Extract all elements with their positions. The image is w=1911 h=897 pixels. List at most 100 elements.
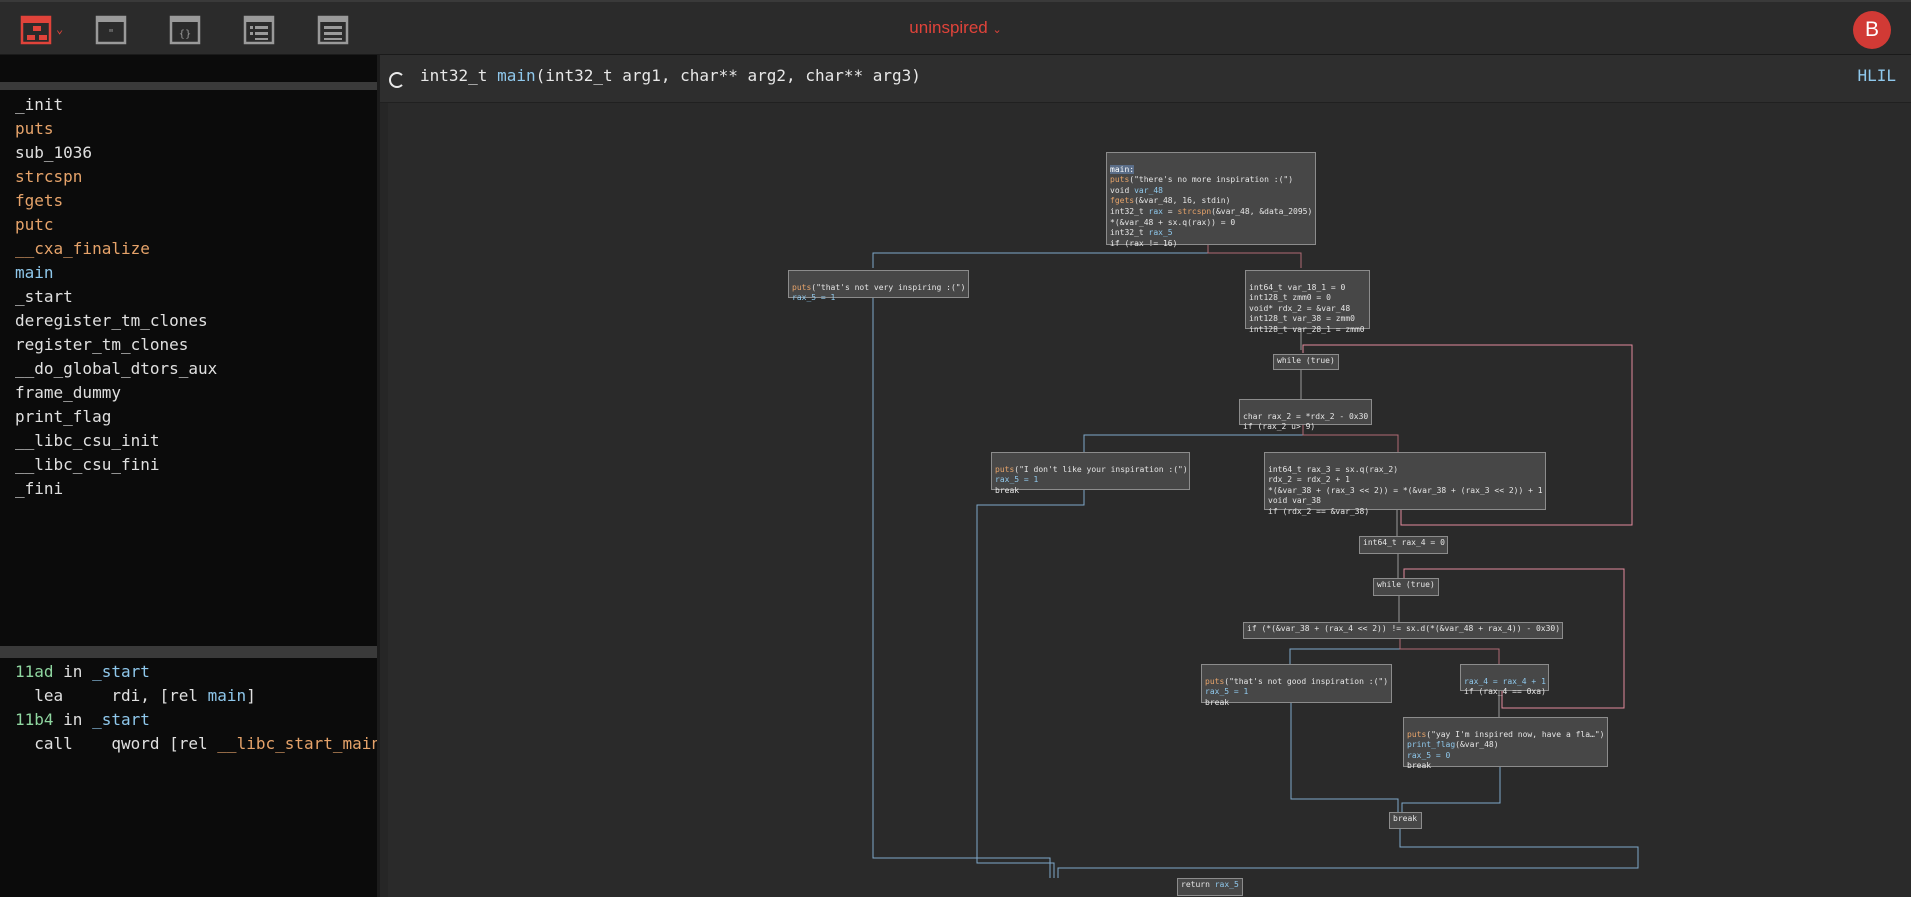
symbol-item[interactable]: strcspn xyxy=(0,165,377,189)
symbol-item[interactable]: putc xyxy=(0,213,377,237)
panel-divider[interactable] xyxy=(377,55,380,897)
panel-splitter[interactable] xyxy=(0,82,377,90)
block-label: main: xyxy=(1110,164,1135,174)
code-var: rax_5 xyxy=(1148,228,1173,238)
code-line: break xyxy=(995,485,1020,495)
top-bar: ⌄ " {} uninspired ⌄ B xyxy=(0,0,1911,55)
code-text: ("there's no more inspiration :(") xyxy=(1129,175,1294,185)
symbol-item[interactable]: __libc_csu_init xyxy=(0,429,377,453)
symbol-item[interactable]: deregister_tm_clones xyxy=(0,309,377,333)
call-print-flag: print_flag xyxy=(1407,740,1456,750)
symbol-item[interactable]: _init xyxy=(0,93,377,117)
panel-splitter[interactable] xyxy=(0,646,377,658)
code-line: break xyxy=(1205,697,1230,707)
code-text: void xyxy=(1110,185,1135,195)
basic-block-dont-like[interactable]: puts("I don't like your inspiration :(")… xyxy=(991,452,1190,495)
basic-block-not-good[interactable]: puts("that's not good inspiration :(") ra… xyxy=(1201,664,1392,707)
project-switcher[interactable]: uninspired ⌄ xyxy=(0,18,1911,38)
code-var: var_48 xyxy=(1134,185,1163,195)
xref-function: _start xyxy=(92,662,150,681)
basic-block-init[interactable]: int64_t var_18_1 = 0 int128_t zmm0 = 0 voi… xyxy=(1245,270,1370,334)
code-var: rax_5 xyxy=(1214,880,1239,889)
code-text: int32_t xyxy=(1110,206,1149,216)
basic-block-not-very-inspiring[interactable]: puts("that's not very inspiring :(") rax_… xyxy=(788,270,969,302)
code-line: if (rax != 16) xyxy=(1110,238,1178,248)
xref-in: in xyxy=(53,710,93,729)
code-text: int32_t xyxy=(1110,228,1149,238)
edge-true xyxy=(1289,639,1401,664)
code-line: int128_t var_38 = zmm0 xyxy=(1249,314,1355,324)
code-text: return xyxy=(1181,880,1215,889)
code-line: rdx_2 = rdx_2 + 1 xyxy=(1268,475,1350,485)
call-puts: puts xyxy=(1407,729,1427,739)
basic-block-return[interactable]: return rax_5 xyxy=(1177,878,1243,896)
function-signature[interactable]: int32_t main(int32_t arg1, char** arg2, … xyxy=(420,66,921,85)
edge xyxy=(872,298,1051,878)
symbol-item[interactable]: _start xyxy=(0,285,377,309)
chevron-down-icon: ⌄ xyxy=(992,24,1002,36)
code-line: if (rdx_2 == &var_38) xyxy=(1268,506,1370,516)
basic-block-yay-inspired[interactable]: puts("yay I'm inspired now, have a fla…"… xyxy=(1403,717,1608,770)
code-line: int64_t var_18_1 = 0 xyxy=(1249,282,1346,292)
basic-block-while-inner[interactable]: while (true) xyxy=(1373,578,1439,596)
code-line: rax_5 = 1 xyxy=(1205,687,1249,697)
code-line: *(&var_38 + (rax_3 << 2)) = *(&var_38 + … xyxy=(1268,485,1543,495)
basic-block-break[interactable]: break xyxy=(1389,812,1422,829)
code-line: rax_5 = 1 xyxy=(792,293,836,303)
basic-block-main[interactable]: main: puts("there's no more inspiration :… xyxy=(1106,152,1316,248)
basic-block-compare[interactable]: if (*(&var_38 + (rax_4 << 2)) != sx.d(*(… xyxy=(1243,622,1563,639)
basic-block-char-check[interactable]: char rax_2 = *rdx_2 - 0x30 if (rax_2 u> 9… xyxy=(1239,399,1372,431)
symbol-item[interactable]: __do_global_dtors_aux xyxy=(0,357,377,381)
loading-spinner-icon xyxy=(389,72,405,88)
edge xyxy=(976,490,1085,878)
xref-address: 11ad xyxy=(15,662,54,681)
code-text: ("that's not good inspiration :(") xyxy=(1224,676,1389,686)
xref-header[interactable]: 11b4 in _start xyxy=(0,708,377,732)
symbol-item[interactable]: print_flag xyxy=(0,405,377,429)
symbol-item[interactable]: puts xyxy=(0,117,377,141)
call-fgets: fgets xyxy=(1110,196,1135,206)
sig-function-name[interactable]: main xyxy=(497,66,536,85)
code-line: rax_4 = rax_4 + 1 xyxy=(1464,676,1546,686)
symbol-item[interactable]: frame_dummy xyxy=(0,381,377,405)
code-line: if (rax_4 == 0xa) xyxy=(1464,687,1546,697)
xref-op: call qword [rel xyxy=(15,734,218,753)
basic-block-count-loop[interactable]: int64_t rax_3 = sx.q(rax_2) rdx_2 = rdx_2… xyxy=(1264,452,1546,516)
symbol-item[interactable]: _fini xyxy=(0,477,377,501)
sig-return-type: int32_t xyxy=(420,66,498,85)
edge xyxy=(1057,829,1639,878)
xref-instruction[interactable]: call qword [rel __libc_start_main xyxy=(0,732,377,756)
symbol-item[interactable]: __libc_csu_fini xyxy=(0,453,377,477)
symbol-item-selected[interactable]: main xyxy=(0,261,377,285)
xref-end: ] xyxy=(246,686,256,705)
code-text: (&var_48, &data_2095) xyxy=(1211,206,1313,216)
edge-false xyxy=(1399,639,1500,664)
symbol-item[interactable]: register_tm_clones xyxy=(0,333,377,357)
xref-function: _start xyxy=(92,710,150,729)
basic-block-rax4-init[interactable]: int64_t rax_4 = 0 xyxy=(1359,536,1448,554)
code-line: if (rax_2 u> 9) xyxy=(1243,422,1316,432)
code-line: rax_5 = 1 xyxy=(995,475,1039,485)
basic-block-while-outer[interactable]: while (true) xyxy=(1273,354,1339,370)
call-puts: puts xyxy=(1205,676,1225,686)
avatar[interactable]: B xyxy=(1853,11,1891,49)
symbol-item[interactable]: __cxa_finalize xyxy=(0,237,377,261)
code-text: (&var_48, 16, stdin) xyxy=(1134,196,1231,206)
symbol-filter-bar[interactable] xyxy=(0,55,377,82)
symbol-item[interactable]: fgets xyxy=(0,189,377,213)
code-text: ("that's not very inspiring :(") xyxy=(811,282,966,292)
sig-args: (int32_t arg1, char** arg2, char** arg3) xyxy=(535,66,921,85)
code-line: int128_t zmm0 = 0 xyxy=(1249,293,1331,303)
code-line: int64_t rax_3 = sx.q(rax_2) xyxy=(1268,464,1399,474)
code-line: int128_t var_28_1 = zmm0 xyxy=(1249,324,1365,334)
view-mode-selector[interactable]: HLIL xyxy=(1857,66,1896,85)
code-line: rax_5 = 0 xyxy=(1407,750,1451,760)
xref-target: main xyxy=(207,686,247,705)
project-name: uninspired xyxy=(909,18,988,37)
graph-canvas[interactable]: main: puts ("there's no more inspiration :… xyxy=(388,103,1911,897)
call-strcspn: strcspn xyxy=(1177,206,1212,216)
xref-header[interactable]: 11ad in _start xyxy=(0,660,377,684)
xref-instruction[interactable]: lea rdi, [rel main] xyxy=(0,684,377,708)
basic-block-increment[interactable]: rax_4 = rax_4 + 1 if (rax_4 == 0xa) xyxy=(1460,664,1549,696)
symbol-item[interactable]: sub_1036 xyxy=(0,141,377,165)
